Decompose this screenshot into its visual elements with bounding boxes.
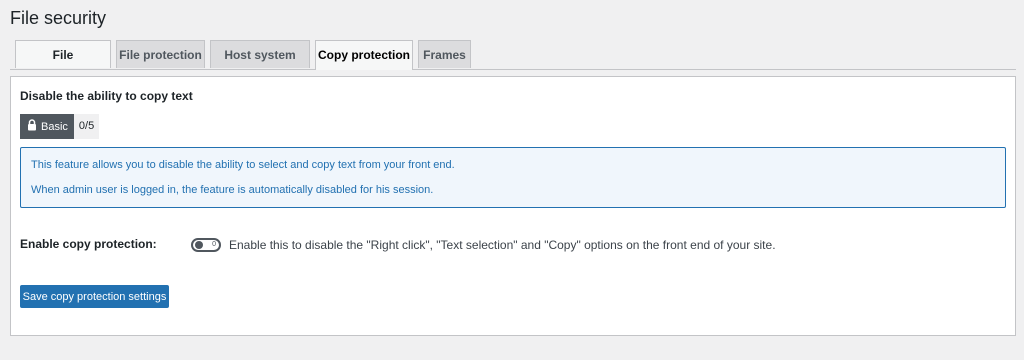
feature-badge: Basic 0/5 — [20, 114, 100, 139]
notice-line-1: This feature allows you to disable the a… — [31, 159, 455, 171]
settings-card: Disable the ability to copy text Basic 0… — [10, 76, 1016, 336]
tab-copy-protection[interactable]: Copy protection — [315, 40, 413, 70]
lock-icon — [27, 119, 37, 134]
info-notice: This feature allows you to disable the a… — [20, 147, 1006, 208]
toggle-off-indicator: 0 — [212, 241, 216, 248]
copy-protection-toggle[interactable]: 0 — [191, 238, 221, 252]
copy-protection-label: Enable copy protection: — [20, 237, 157, 251]
tab-file-permissions[interactable]: File permissions — [15, 40, 111, 90]
badge-level-label: Basic — [41, 120, 68, 133]
section-title: Disable the ability to copy text — [20, 89, 193, 103]
toggle-knob — [195, 241, 203, 249]
tab-frames[interactable]: Frames — [418, 40, 471, 68]
copy-protection-description: Enable this to disable the "Right click"… — [229, 238, 776, 252]
notice-line-2: When admin user is logged in, the featur… — [31, 184, 434, 196]
badge-score: 0/5 — [73, 114, 100, 139]
tab-file-protection[interactable]: File protection — [116, 40, 205, 68]
tab-bar: File permissions File protection Host sy… — [10, 40, 1016, 90]
save-copy-protection-button[interactable]: Save copy protection settings — [20, 285, 169, 308]
tab-host-system-logs[interactable]: Host system logs — [210, 40, 310, 90]
badge-level: Basic — [20, 114, 74, 139]
page-title: File security — [10, 8, 107, 28]
